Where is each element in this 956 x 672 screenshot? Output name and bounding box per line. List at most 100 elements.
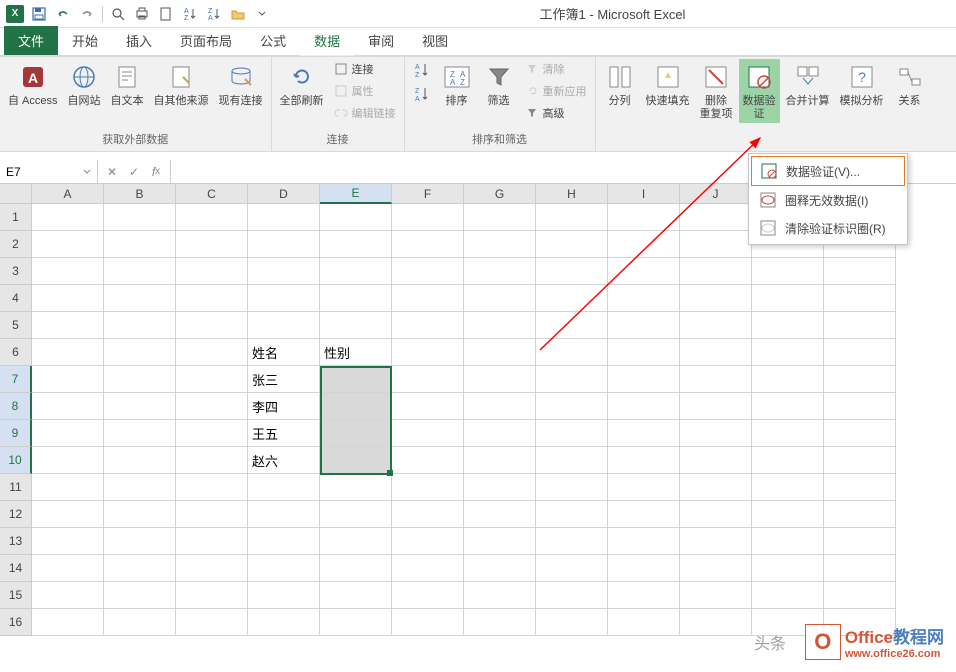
cell-A12[interactable] <box>32 501 104 528</box>
from-text-button[interactable]: 自文本 <box>107 59 148 110</box>
cell-E11[interactable] <box>320 474 392 501</box>
cell-B15[interactable] <box>104 582 176 609</box>
cell-F10[interactable] <box>392 447 464 474</box>
sort-button[interactable]: ZAAZ排序 <box>437 59 477 110</box>
remove-duplicates-button[interactable]: 删除 重复项 <box>696 59 737 123</box>
cell-H1[interactable] <box>536 204 608 231</box>
col-header-C[interactable]: C <box>176 184 248 204</box>
cell-grid[interactable]: 姓名性别张三李四王五赵六 <box>32 204 896 636</box>
cell-J7[interactable] <box>680 366 752 393</box>
cell-J6[interactable] <box>680 339 752 366</box>
cell-L6[interactable] <box>824 339 896 366</box>
from-other-button[interactable]: 自其他来源 <box>150 59 213 110</box>
cell-K12[interactable] <box>752 501 824 528</box>
cell-K3[interactable] <box>752 258 824 285</box>
cancel-formula-button[interactable]: ✕ <box>102 163 122 181</box>
cell-E10[interactable] <box>320 447 392 474</box>
cell-B10[interactable] <box>104 447 176 474</box>
cell-D5[interactable] <box>248 312 320 339</box>
cell-H5[interactable] <box>536 312 608 339</box>
cell-K14[interactable] <box>752 555 824 582</box>
cell-G16[interactable] <box>464 609 536 636</box>
tab-review[interactable]: 审阅 <box>354 26 408 55</box>
cell-H4[interactable] <box>536 285 608 312</box>
cell-J8[interactable] <box>680 393 752 420</box>
cell-D2[interactable] <box>248 231 320 258</box>
relationships-button[interactable]: 关系 <box>890 59 930 110</box>
row-header-6[interactable]: 6 <box>0 339 32 366</box>
cell-G3[interactable] <box>464 258 536 285</box>
cell-A13[interactable] <box>32 528 104 555</box>
new-button[interactable] <box>155 3 177 25</box>
cell-J1[interactable] <box>680 204 752 231</box>
cell-J15[interactable] <box>680 582 752 609</box>
row-header-5[interactable]: 5 <box>0 312 32 339</box>
cell-H3[interactable] <box>536 258 608 285</box>
from-access-button[interactable]: A自 Access <box>4 59 62 110</box>
cell-E3[interactable] <box>320 258 392 285</box>
row-header-4[interactable]: 4 <box>0 285 32 312</box>
cell-G2[interactable] <box>464 231 536 258</box>
cell-E4[interactable] <box>320 285 392 312</box>
cell-F13[interactable] <box>392 528 464 555</box>
consolidate-button[interactable]: 合并计算 <box>782 59 834 110</box>
col-header-E[interactable]: E <box>320 184 392 204</box>
cell-E5[interactable] <box>320 312 392 339</box>
clear-filter-button[interactable]: 清除 <box>521 59 591 79</box>
col-header-J[interactable]: J <box>680 184 752 204</box>
text-to-columns-button[interactable]: 分列 <box>600 59 640 110</box>
cell-E7[interactable] <box>320 366 392 393</box>
cell-L3[interactable] <box>824 258 896 285</box>
col-header-F[interactable]: F <box>392 184 464 204</box>
cell-C2[interactable] <box>176 231 248 258</box>
cell-L14[interactable] <box>824 555 896 582</box>
redo-button[interactable] <box>76 3 98 25</box>
cell-L8[interactable] <box>824 393 896 420</box>
cell-K8[interactable] <box>752 393 824 420</box>
cell-J4[interactable] <box>680 285 752 312</box>
cell-I7[interactable] <box>608 366 680 393</box>
cell-G14[interactable] <box>464 555 536 582</box>
whatif-analysis-button[interactable]: ?模拟分析 <box>836 59 888 110</box>
cell-E16[interactable] <box>320 609 392 636</box>
cell-E9[interactable] <box>320 420 392 447</box>
cell-H7[interactable] <box>536 366 608 393</box>
col-header-B[interactable]: B <box>104 184 176 204</box>
cell-I10[interactable] <box>608 447 680 474</box>
sort-asc-button[interactable]: AZ <box>179 3 201 25</box>
cell-K4[interactable] <box>752 285 824 312</box>
cell-E13[interactable] <box>320 528 392 555</box>
cell-H6[interactable] <box>536 339 608 366</box>
cell-F14[interactable] <box>392 555 464 582</box>
cell-F7[interactable] <box>392 366 464 393</box>
reapply-button[interactable]: 重新应用 <box>521 81 591 101</box>
cell-B6[interactable] <box>104 339 176 366</box>
save-button[interactable] <box>28 3 50 25</box>
cell-C13[interactable] <box>176 528 248 555</box>
cell-J14[interactable] <box>680 555 752 582</box>
cell-H16[interactable] <box>536 609 608 636</box>
tab-data[interactable]: 数据 <box>300 26 354 55</box>
cell-K6[interactable] <box>752 339 824 366</box>
cell-F2[interactable] <box>392 231 464 258</box>
data-validation-button[interactable]: 数据验 证 <box>739 59 780 123</box>
sort-desc-button[interactable]: ZA <box>203 3 225 25</box>
cell-A3[interactable] <box>32 258 104 285</box>
cell-I8[interactable] <box>608 393 680 420</box>
qat-dropdown[interactable] <box>251 3 273 25</box>
name-box[interactable] <box>0 160 98 183</box>
cell-D9[interactable]: 王五 <box>248 420 320 447</box>
cell-B2[interactable] <box>104 231 176 258</box>
cell-H11[interactable] <box>536 474 608 501</box>
enter-formula-button[interactable]: ✓ <box>124 163 144 181</box>
tab-page-layout[interactable]: 页面布局 <box>166 26 246 55</box>
cell-K9[interactable] <box>752 420 824 447</box>
cell-H13[interactable] <box>536 528 608 555</box>
cell-D7[interactable]: 张三 <box>248 366 320 393</box>
sort-desc-icon[interactable]: ZA <box>409 83 435 105</box>
cell-B8[interactable] <box>104 393 176 420</box>
cell-E15[interactable] <box>320 582 392 609</box>
cell-A4[interactable] <box>32 285 104 312</box>
sort-asc-icon[interactable]: AZ <box>409 59 435 81</box>
cell-F5[interactable] <box>392 312 464 339</box>
